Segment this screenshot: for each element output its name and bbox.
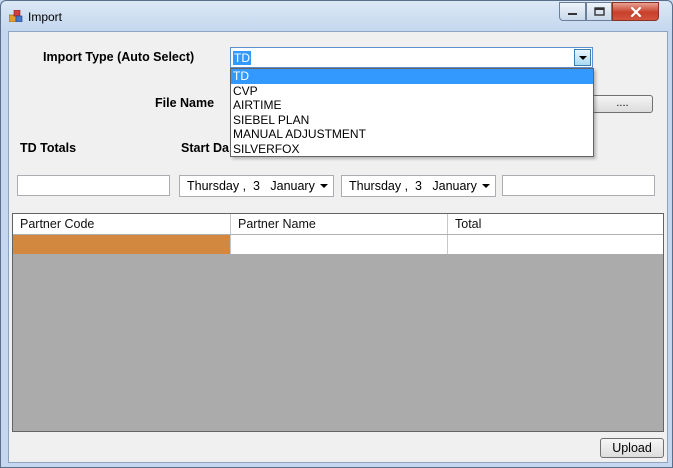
import-window: Import Import Type (Auto Select) TD File… <box>0 0 673 468</box>
close-icon <box>630 6 641 17</box>
dropdown-option[interactable]: CVP <box>231 84 593 99</box>
dropdown-option[interactable]: MANUAL ADJUSTMENT <box>231 127 593 142</box>
window-title: Import <box>28 10 63 24</box>
column-header-partner-name[interactable]: Partner Name <box>231 214 448 234</box>
upload-button[interactable]: Upload <box>600 438 664 458</box>
column-header-partner-code[interactable]: Partner Code <box>13 214 231 234</box>
total-cell[interactable] <box>448 235 663 254</box>
chevron-down-icon <box>578 55 587 60</box>
start-date-label: Start Da <box>181 141 229 155</box>
partner-grid[interactable]: Partner Code Partner Name Total <box>12 213 664 432</box>
partner-code-cell[interactable] <box>13 235 231 254</box>
chevron-down-icon <box>482 184 490 188</box>
dropdown-option[interactable]: AIRTIME <box>231 98 593 113</box>
minimize-button[interactable] <box>559 2 586 21</box>
browse-button[interactable]: .... <box>592 95 653 113</box>
close-button[interactable] <box>612 2 659 21</box>
start-date-text: Thursday , 3 January <box>187 179 315 193</box>
import-type-dropdown-list[interactable]: TD CVP AIRTIME SIEBEL PLAN MANUAL ADJUSTMENT… <box>230 68 594 157</box>
minimize-icon <box>568 12 577 15</box>
dropdown-option[interactable]: SIEBEL PLAN <box>231 113 593 128</box>
totals-input[interactable] <box>17 175 170 196</box>
totals-label: TD Totals <box>20 141 77 155</box>
end-date-picker[interactable]: Thursday , 3 January <box>341 175 496 197</box>
file-name-label: File Name <box>155 96 215 110</box>
grid-header: Partner Code Partner Name Total <box>13 214 663 235</box>
start-date-picker[interactable]: Thursday , 3 January <box>179 175 334 197</box>
partner-name-cell[interactable] <box>231 235 448 254</box>
import-type-label: Import Type (Auto Select) <box>43 50 195 64</box>
end-date-text: Thursday , 3 January <box>349 179 477 193</box>
table-row[interactable] <box>13 235 663 254</box>
title-bar[interactable]: Import <box>1 1 672 31</box>
import-type-value: TD <box>233 51 251 65</box>
column-header-total[interactable]: Total <box>448 214 663 234</box>
dropdown-option[interactable]: SILVERFOX <box>231 142 593 157</box>
chevron-down-icon <box>320 184 328 188</box>
maximize-icon <box>593 7 605 16</box>
import-type-combobox[interactable]: TD <box>230 47 593 68</box>
dropdown-option[interactable]: TD <box>231 69 593 84</box>
form-client-area: Import Type (Auto Select) TD File Name .… <box>8 31 668 463</box>
combo-dropdown-button[interactable] <box>574 49 591 66</box>
maximize-button[interactable] <box>586 2 612 21</box>
app-icon <box>9 10 23 22</box>
total-input[interactable] <box>502 175 655 196</box>
